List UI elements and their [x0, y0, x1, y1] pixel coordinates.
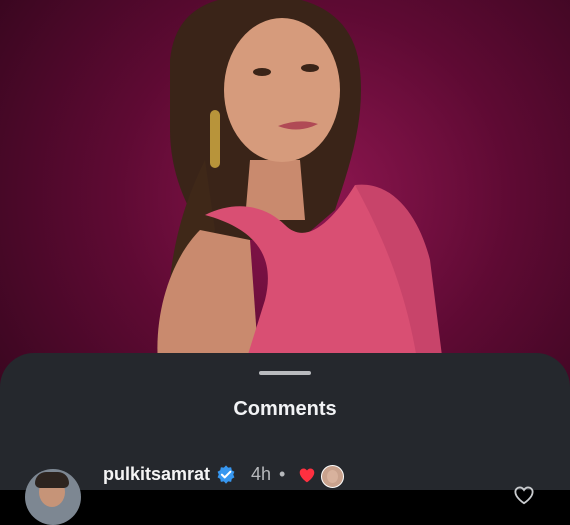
comment-username[interactable]: pulkitsamrat [103, 464, 210, 485]
comments-sheet: Comments pulkitsamrat 4h • [0, 353, 570, 525]
heart-icon [299, 468, 315, 483]
comment-item: pulkitsamrat 4h • [0, 457, 570, 525]
sheet-title: Comments [233, 398, 337, 420]
like-heart-outline-icon[interactable] [513, 485, 535, 505]
comment-time: 4h [251, 464, 272, 484]
verified-badge-icon [217, 465, 235, 484]
commenter-avatar[interactable] [25, 469, 81, 525]
drag-handle[interactable] [259, 371, 311, 375]
author-avatar [321, 465, 344, 488]
separator-dot: • [279, 464, 286, 484]
